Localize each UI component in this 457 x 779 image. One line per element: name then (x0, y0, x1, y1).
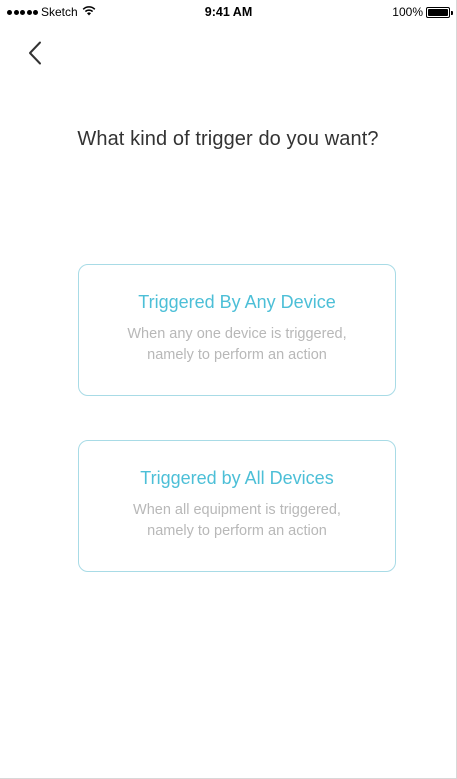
option-any-device-description: When any one device is triggered, namely… (79, 324, 395, 366)
option-all-devices-card[interactable]: Triggered by All Devices When all equipm… (78, 440, 396, 572)
option-all-devices-desc-line-2: namely to perform an action (147, 523, 327, 539)
option-all-devices-description: When all equipment is triggered, namely … (79, 500, 395, 542)
status-time: 9:41 AM (204, 5, 253, 19)
status-bar: Sketch 9:41 AM 100% (0, 0, 457, 24)
battery-icon (426, 6, 453, 18)
trigger-type-screen: Sketch 9:41 AM 100% What kind of trigger… (0, 0, 457, 779)
option-all-devices-desc-line-1: When all equipment is triggered, (133, 502, 341, 518)
back-button[interactable] (22, 38, 48, 68)
battery-percent: 100% (392, 5, 423, 19)
option-any-device-card[interactable]: Triggered By Any Device When any one dev… (78, 264, 396, 396)
option-any-device-desc-line-1: When any one device is triggered, (127, 326, 347, 342)
option-any-device-title: Triggered By Any Device (138, 292, 336, 312)
option-any-device-desc-line-2: namely to perform an action (147, 347, 327, 363)
chevron-left-icon (29, 41, 41, 65)
status-right: 100% (392, 5, 453, 19)
page-title: What kind of trigger do you want? (77, 128, 379, 150)
option-all-devices-title: Triggered by All Devices (140, 468, 334, 488)
